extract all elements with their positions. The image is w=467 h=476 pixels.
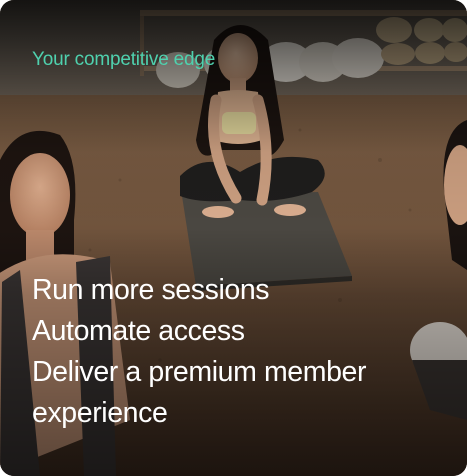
- benefit-list: Run more sessions Automate access Delive…: [32, 270, 432, 434]
- benefit-item-sessions: Run more sessions: [32, 274, 270, 306]
- benefit-item-experience: Deliver a premium member experience: [32, 356, 367, 429]
- card-eyebrow: Your competitive edge: [32, 49, 216, 70]
- feature-card: Your competitive edge Run more sessions …: [0, 0, 467, 476]
- benefit-item-access: Automate access: [32, 315, 245, 347]
